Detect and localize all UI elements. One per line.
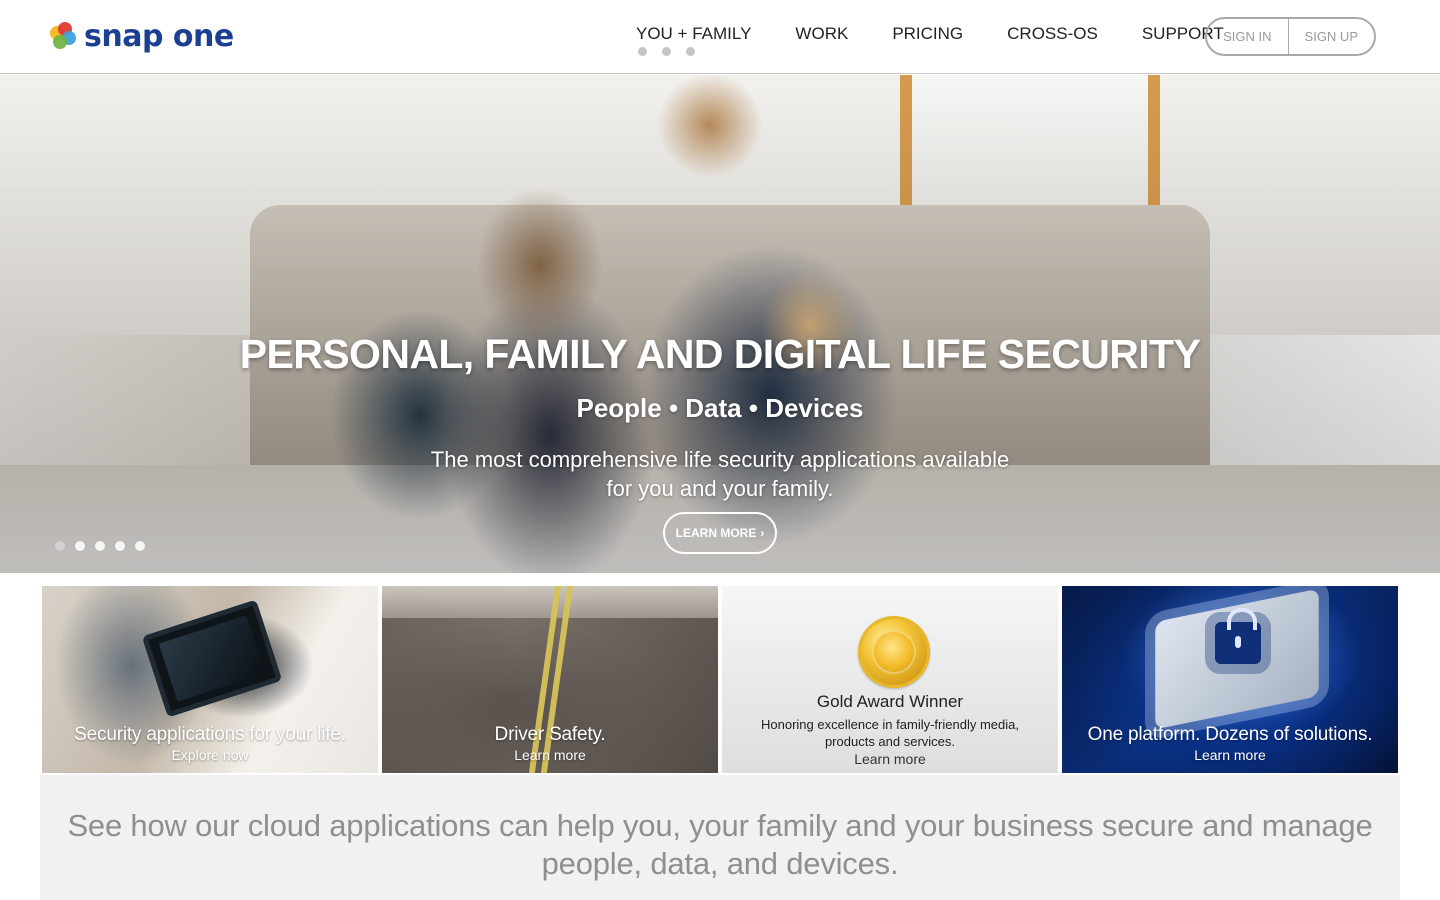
nav-you-family[interactable]: YOU + FAMILY bbox=[636, 24, 751, 44]
award-learn-more[interactable]: Learn more bbox=[722, 751, 1058, 767]
tile-link[interactable]: Explore now bbox=[42, 747, 378, 763]
road-horizon bbox=[382, 586, 718, 618]
site-header: snap one YOU + FAMILY WORK PRICING CROSS… bbox=[0, 0, 1440, 74]
tile-platform[interactable]: One platform. Dozens of solutions. Learn… bbox=[1062, 586, 1398, 773]
nav-work[interactable]: WORK bbox=[795, 24, 848, 44]
lock-icon bbox=[1215, 608, 1261, 664]
tile-title: Security applications for your life. bbox=[74, 724, 346, 745]
tile-link[interactable]: Learn more bbox=[382, 747, 718, 763]
learn-more-label: LEARN MORE bbox=[675, 526, 757, 540]
carousel-dot[interactable] bbox=[95, 541, 105, 551]
learn-more-button[interactable]: LEARN MORE › bbox=[663, 512, 777, 554]
cloud-apps-text: See how our cloud applications can help … bbox=[67, 808, 1373, 881]
primary-nav: YOU + FAMILY WORK PRICING CROSS-OS SUPPO… bbox=[614, 24, 1246, 56]
sign-in-button[interactable]: SIGN IN bbox=[1207, 19, 1287, 54]
tile-link[interactable]: Learn more bbox=[1062, 747, 1398, 763]
snap-one-logo-icon bbox=[50, 22, 78, 50]
tile-driver-safety[interactable]: Driver Safety. Learn more bbox=[382, 586, 718, 773]
carousel-dots bbox=[55, 541, 145, 551]
tile-title: One platform. Dozens of solutions. bbox=[1087, 724, 1373, 745]
hero-description: The most comprehensive life security app… bbox=[430, 447, 1010, 501]
award-text: Gold Award Winner Honoring excellence in… bbox=[722, 692, 1058, 767]
tile-label: One platform. Dozens of solutions. Learn… bbox=[1062, 724, 1398, 763]
award-description: Honoring excellence in family-friendly m… bbox=[761, 717, 1019, 749]
nav-subindicator-dot bbox=[638, 47, 647, 56]
tile-gold-award[interactable]: Gold Award Winner Honoring excellence in… bbox=[722, 586, 1058, 773]
nav-cross-os[interactable]: CROSS-OS bbox=[1007, 24, 1098, 44]
hero-content: PERSONAL, FAMILY AND DIGITAL LIFE SECURI… bbox=[0, 75, 1440, 573]
hero-title: PERSONAL, FAMILY AND DIGITAL LIFE SECURI… bbox=[239, 331, 1201, 377]
auth-buttons: SIGN IN SIGN UP bbox=[1205, 17, 1376, 56]
nav-subindicator-dot bbox=[686, 47, 695, 56]
nav-pricing[interactable]: PRICING bbox=[892, 24, 963, 44]
sign-up-button[interactable]: SIGN UP bbox=[1287, 19, 1374, 54]
tile-security-apps[interactable]: Security applications for your life. Exp… bbox=[42, 586, 378, 773]
chevron-right-icon: › bbox=[760, 526, 765, 540]
brand-logo[interactable]: snap one bbox=[50, 18, 234, 54]
cloud-apps-panel: See how our cloud applications can help … bbox=[40, 775, 1400, 900]
nav-subindicator-dot bbox=[662, 47, 671, 56]
feature-tiles: Security applications for your life. Exp… bbox=[42, 586, 1398, 773]
tile-label: Driver Safety. Learn more bbox=[382, 724, 718, 763]
hero-subtitle: People • Data • Devices bbox=[576, 393, 864, 423]
hero-banner: PERSONAL, FAMILY AND DIGITAL LIFE SECURI… bbox=[0, 75, 1440, 573]
tile-label: Security applications for your life. Exp… bbox=[42, 724, 378, 763]
carousel-dot[interactable] bbox=[55, 541, 65, 551]
carousel-dot[interactable] bbox=[115, 541, 125, 551]
tile-title: Driver Safety. bbox=[494, 724, 606, 745]
award-title: Gold Award Winner bbox=[816, 692, 964, 711]
carousel-dot[interactable] bbox=[135, 541, 145, 551]
carousel-dot[interactable] bbox=[75, 541, 85, 551]
brand-name: snap one bbox=[84, 18, 234, 54]
nav-subindicator bbox=[638, 47, 695, 56]
gold-award-seal-icon bbox=[858, 616, 930, 688]
